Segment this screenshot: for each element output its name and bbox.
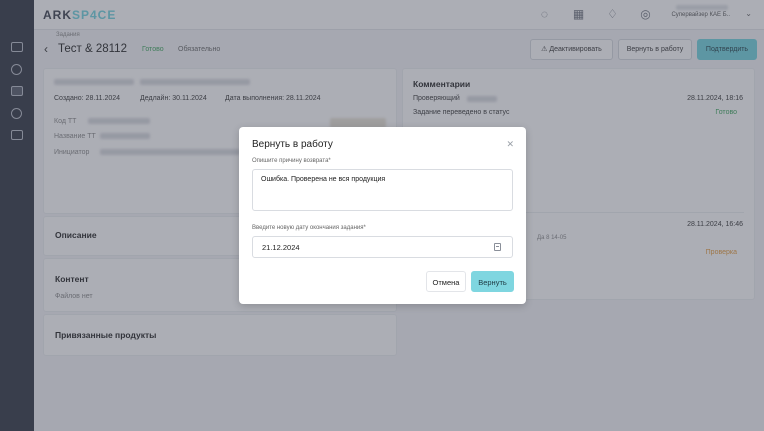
end-date-value: 21.12.2024 [262, 243, 300, 252]
dialog-title: Вернуть в работу [252, 139, 333, 150]
reason-label: Опишите причину возврата* [252, 158, 331, 164]
cancel-button[interactable]: Отмена [426, 271, 466, 292]
close-icon[interactable]: ✕ [506, 139, 514, 150]
return-to-work-dialog: Вернуть в работу ✕ Опишите причину возвр… [239, 127, 526, 304]
return-button[interactable]: Вернуть [471, 271, 514, 292]
calendar-icon[interactable] [494, 243, 501, 251]
end-date-input[interactable]: 21.12.2024 [252, 236, 513, 258]
reason-textarea[interactable]: Ошибка. Проверена не вся продукция [252, 169, 513, 211]
date-label: Введите новую дату окончания задания* [252, 225, 366, 231]
